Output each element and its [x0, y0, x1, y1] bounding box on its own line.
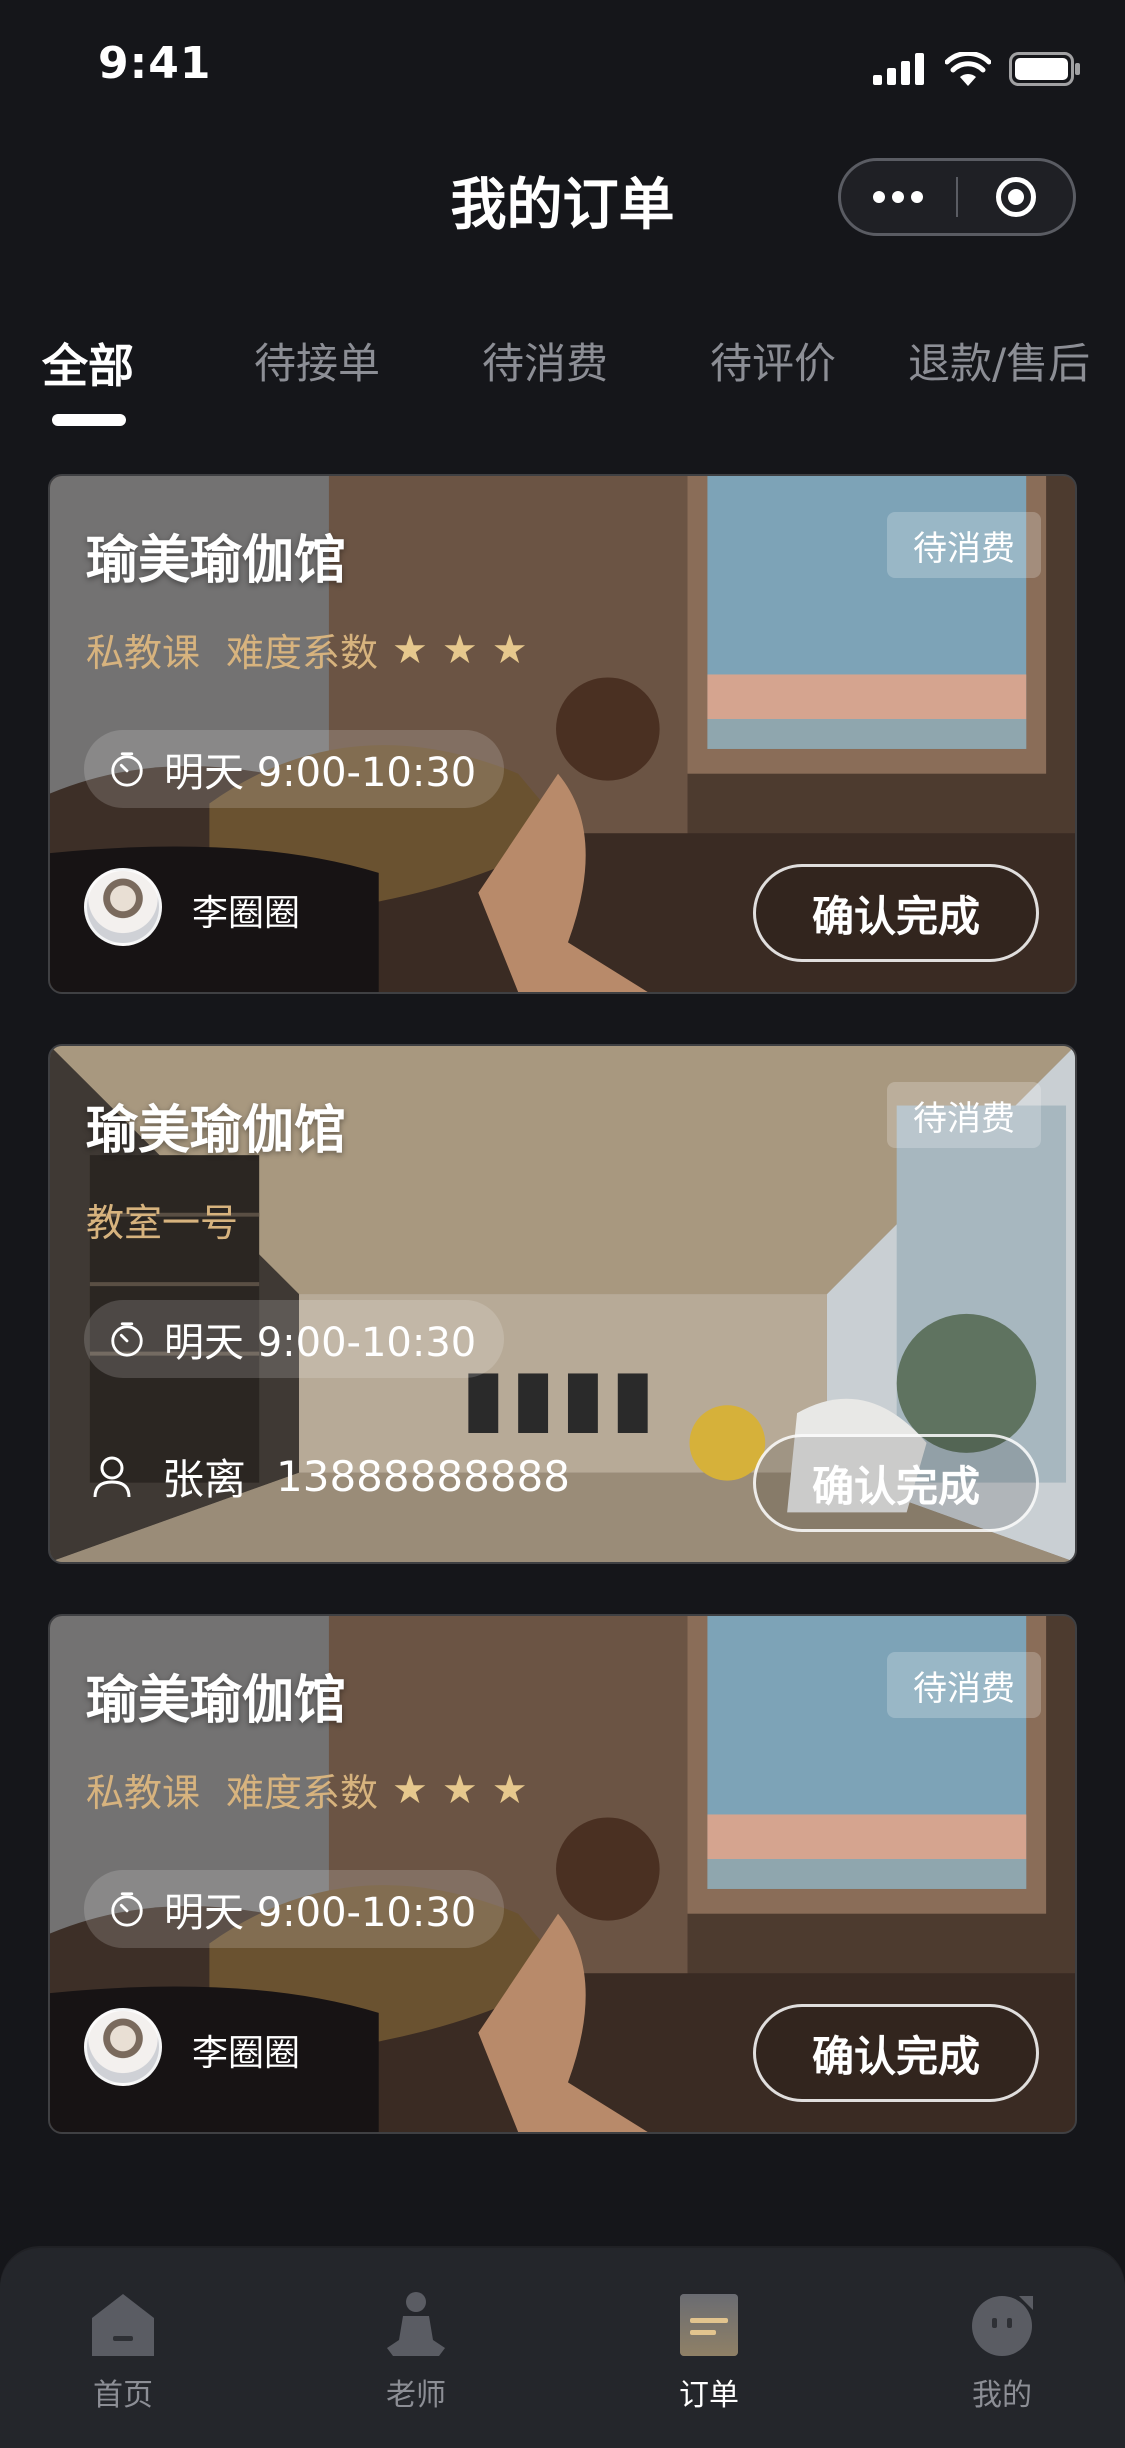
tab-pending-use[interactable]: 待消费: [482, 330, 608, 391]
venue-name: 瑜美瑜伽馆: [86, 1101, 347, 1161]
timer-icon: [111, 1322, 143, 1357]
star-icon: ★: [392, 1766, 428, 1813]
course-type: 私教课: [86, 1771, 201, 1815]
close-button[interactable]: [958, 161, 1073, 233]
profile-icon: [972, 2296, 1033, 2356]
course-type: 私教课: [86, 631, 201, 675]
battery-icon: [1009, 52, 1080, 86]
status-badge: 待消费: [887, 1652, 1041, 1718]
venue-name: 瑜美瑜伽馆: [86, 531, 347, 591]
contact-phone: 13888888888: [276, 1452, 570, 1501]
status-badge: 待消费: [887, 512, 1041, 578]
status-badge: 待消费: [887, 1082, 1041, 1148]
contact-row: 张离 13888888888: [92, 1446, 570, 1507]
teacher-avatar: [84, 868, 162, 946]
star-icon: ★: [392, 626, 428, 673]
confirm-complete-button[interactable]: 确认完成: [753, 864, 1039, 962]
tab-indicator: [52, 414, 126, 426]
tab-pending-accept[interactable]: 待接单: [254, 330, 380, 391]
contact-name: 张离: [162, 1455, 247, 1504]
timer-icon: [111, 752, 143, 787]
mini-program-capsule: [838, 158, 1076, 236]
confirm-complete-button[interactable]: 确认完成: [753, 2004, 1039, 2102]
tab-pending-review[interactable]: 待评价: [710, 330, 836, 391]
home-icon: [92, 2294, 154, 2356]
order-card[interactable]: 瑜美瑜伽馆 待消费 私教课 难度系数 ★ ★ ★ 明天 9:00-10:30 李…: [48, 474, 1077, 994]
time-pill: 明天 9:00-10:30: [84, 730, 505, 808]
teacher-name: 李圈圈: [192, 2033, 301, 2074]
status-bar: 9:41: [0, 0, 1125, 132]
tabbar-item-profile[interactable]: 我的: [922, 2290, 1082, 2414]
tab-all[interactable]: 全部: [42, 330, 134, 396]
tabbar-label: 首页: [93, 2378, 153, 2413]
course-info: 私教课 难度系数 ★ ★ ★: [86, 622, 528, 677]
tabbar-label: 我的: [972, 2378, 1032, 2413]
confirm-complete-button[interactable]: 确认完成: [753, 1434, 1039, 1532]
tabbar-item-teacher[interactable]: 老师: [336, 2290, 496, 2414]
wifi-icon: [945, 52, 991, 86]
close-target-icon: [995, 177, 1036, 217]
star-icon: ★: [441, 626, 478, 673]
order-time: 明天 9:00-10:30: [164, 1890, 477, 1936]
tab-refund[interactable]: 退款/售后: [908, 330, 1090, 391]
order-card[interactable]: 瑜美瑜伽馆 待消费 教室一号 明天 9:00-10:30 张离 13888888…: [48, 1044, 1077, 1564]
order-icon: [680, 2294, 738, 2356]
timer-icon: [111, 1892, 143, 1927]
room-name: 教室一号: [86, 1201, 239, 1245]
bottom-tab-bar: 首页 老师 订单 我的: [0, 2248, 1125, 2448]
teacher-icon: [387, 2292, 445, 2356]
order-tabs: 全部 待接单 待消费 待评价 退款/售后: [0, 330, 1125, 430]
difficulty-label: 难度系数: [226, 1771, 379, 1815]
star-icon: ★: [491, 626, 528, 673]
tabbar-label: 老师: [386, 2378, 446, 2413]
star-icon: ★: [491, 1766, 528, 1813]
room-info: 教室一号: [86, 1192, 238, 1247]
teacher-name: 李圈圈: [192, 893, 301, 934]
course-info: 私教课 难度系数 ★ ★ ★: [86, 1762, 528, 1817]
order-card[interactable]: 瑜美瑜伽馆 待消费 私教课 难度系数 ★ ★ ★ 明天 9:00-10:30 李…: [48, 1614, 1077, 2134]
star-icon: ★: [441, 1766, 478, 1813]
time-pill: 明天 9:00-10:30: [84, 1870, 505, 1948]
more-icon: [873, 191, 924, 203]
time-pill: 明天 9:00-10:30: [84, 1300, 505, 1378]
order-time: 明天 9:00-10:30: [164, 1320, 477, 1366]
order-time: 明天 9:00-10:30: [164, 750, 477, 796]
venue-name: 瑜美瑜伽馆: [86, 1671, 347, 1731]
tabbar-label: 订单: [679, 2378, 739, 2413]
tabbar-item-home[interactable]: 首页: [43, 2290, 203, 2414]
status-icons: [873, 52, 1081, 86]
more-button[interactable]: [841, 161, 956, 233]
status-time: 9:41: [98, 38, 212, 89]
difficulty-rating: ★ ★ ★: [392, 1770, 528, 1810]
user-icon: [93, 1456, 131, 1497]
signal-icon: [873, 53, 924, 85]
tabbar-item-orders[interactable]: 订单: [629, 2290, 789, 2414]
difficulty-label: 难度系数: [226, 631, 379, 675]
teacher-avatar: [84, 2008, 162, 2086]
difficulty-rating: ★ ★ ★: [392, 630, 528, 670]
